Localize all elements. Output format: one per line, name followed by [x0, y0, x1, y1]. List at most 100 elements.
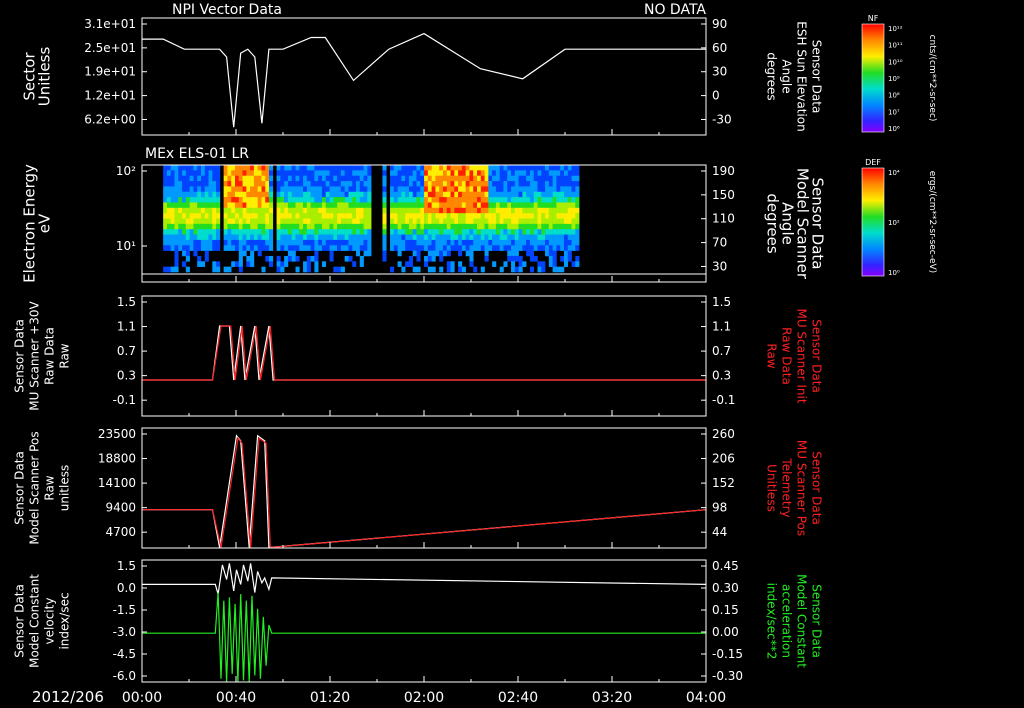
spectrogram-cell	[276, 181, 281, 187]
spectrogram-cell	[321, 170, 327, 176]
spectrogram-cell	[495, 207, 500, 214]
right-axis-label-line: Sensor Data	[810, 319, 824, 393]
right-tick-label: 70	[712, 236, 727, 250]
spectrogram-cell	[514, 191, 519, 198]
spectrogram-cell	[450, 186, 455, 193]
spectrogram-cell	[166, 234, 172, 241]
spectrogram-cell	[276, 165, 281, 171]
spectrogram-cell	[446, 218, 451, 225]
spectrogram-cell	[563, 175, 569, 182]
spectrogram-cell	[170, 223, 175, 230]
spectrogram-cell	[166, 239, 172, 246]
spectrogram-cell	[253, 239, 258, 246]
spectrogram-cell	[405, 261, 410, 267]
left-axis-label-line: Sensor Data	[13, 584, 27, 658]
spectrogram-cell	[408, 181, 414, 187]
spectrogram-cell	[545, 197, 550, 203]
spectrogram-cell	[174, 229, 179, 235]
spectrogram-cell	[170, 207, 175, 214]
spectrogram-cell	[401, 202, 406, 209]
spectrogram-cell	[261, 266, 266, 273]
spectrogram-cell	[280, 197, 285, 203]
spectrogram-cell	[344, 223, 349, 230]
spectrogram-cell	[503, 207, 508, 214]
spectrogram-cell	[541, 186, 546, 193]
spectrogram-cell	[450, 234, 455, 241]
spectrogram-cell	[537, 170, 542, 176]
spectrogram-cell	[416, 186, 421, 193]
spectrogram-cell	[182, 207, 187, 214]
spectrogram-cell	[291, 175, 296, 182]
spectrogram-cell	[461, 181, 466, 187]
spectrogram-cell	[204, 175, 209, 182]
spectrogram-cell	[537, 234, 542, 241]
spectrogram-cell	[397, 218, 402, 225]
spectrogram-cell	[325, 202, 330, 209]
spectrogram-cell	[235, 239, 240, 246]
spectrogram-cell	[424, 186, 429, 193]
spectrogram-cell	[212, 191, 217, 198]
left-tick-label: 1.1	[117, 320, 136, 334]
spectrogram-cell	[238, 197, 243, 203]
spectrogram-cell	[401, 245, 406, 251]
spectrogram-cell	[560, 170, 565, 176]
spectrogram-cell	[503, 191, 508, 198]
spectrogram-cell	[299, 213, 304, 219]
spectrogram-cell	[310, 234, 315, 241]
spectrogram-cell	[541, 175, 546, 182]
spectrogram-cell	[480, 170, 485, 176]
spectrogram-cell	[197, 165, 202, 171]
spectrogram-cell	[526, 250, 531, 257]
spectrogram-cell	[511, 165, 516, 171]
spectrogram-cell	[446, 234, 451, 241]
spectrogram-cell	[477, 165, 482, 171]
spectrogram-cell	[356, 170, 361, 176]
spectrogram-cell	[424, 175, 429, 182]
spectrogram-cell	[503, 165, 508, 171]
spectrogram-cell	[367, 223, 372, 230]
spectrogram-cell	[575, 245, 580, 251]
spectrogram-cell	[276, 202, 281, 209]
spectrogram-cell	[522, 239, 527, 246]
spectrogram-cell	[473, 170, 478, 176]
spectrogram-cell	[185, 250, 190, 257]
spectrogram-cell	[442, 170, 448, 176]
spectrogram-cell	[242, 170, 247, 176]
spectrogram-cell	[314, 234, 319, 241]
spectrogram-cell	[533, 223, 538, 230]
spectrogram-cell	[200, 261, 206, 267]
spectrogram-cell	[284, 191, 289, 198]
spectrogram-cell	[337, 266, 342, 273]
spectrogram-cell	[185, 239, 190, 246]
spectrogram-cell	[318, 207, 323, 214]
spectrogram-cell	[185, 255, 190, 262]
spectrogram-cell	[507, 207, 512, 214]
spectrogram-cell	[499, 197, 504, 203]
spectrogram-cell	[518, 213, 523, 219]
spectrogram-cell	[212, 234, 217, 241]
spectrogram-cell	[303, 234, 308, 241]
spectrogram-cell	[484, 255, 489, 262]
spectrogram-cell	[174, 207, 179, 214]
right-axis-label-line: ESH Sun Elevation	[795, 21, 809, 131]
spectrogram-cell	[367, 234, 372, 241]
spectrogram-cell	[356, 229, 361, 235]
spectrogram-cell	[405, 223, 410, 230]
spectrogram-cell	[235, 234, 240, 241]
spectrogram-cell	[208, 245, 213, 251]
spectrogram-cell	[390, 175, 395, 182]
spectrogram-cell	[507, 170, 512, 176]
left-axis-label-line: velocity	[43, 598, 57, 645]
spectrogram-cell	[333, 234, 338, 241]
spectrogram-cell	[208, 239, 213, 246]
spectrogram-cell	[424, 207, 429, 214]
spectrogram-cell	[408, 223, 414, 230]
spectrogram-cell	[427, 207, 432, 214]
spectrogram-cell	[575, 175, 580, 182]
spectrogram-cell	[499, 213, 504, 219]
spectrogram-cell	[499, 202, 504, 209]
spectrogram-cell	[193, 223, 198, 230]
spectrogram-cell	[306, 234, 311, 241]
left-axis-label-line: Raw	[58, 343, 72, 368]
spectrogram-cell	[529, 229, 535, 235]
